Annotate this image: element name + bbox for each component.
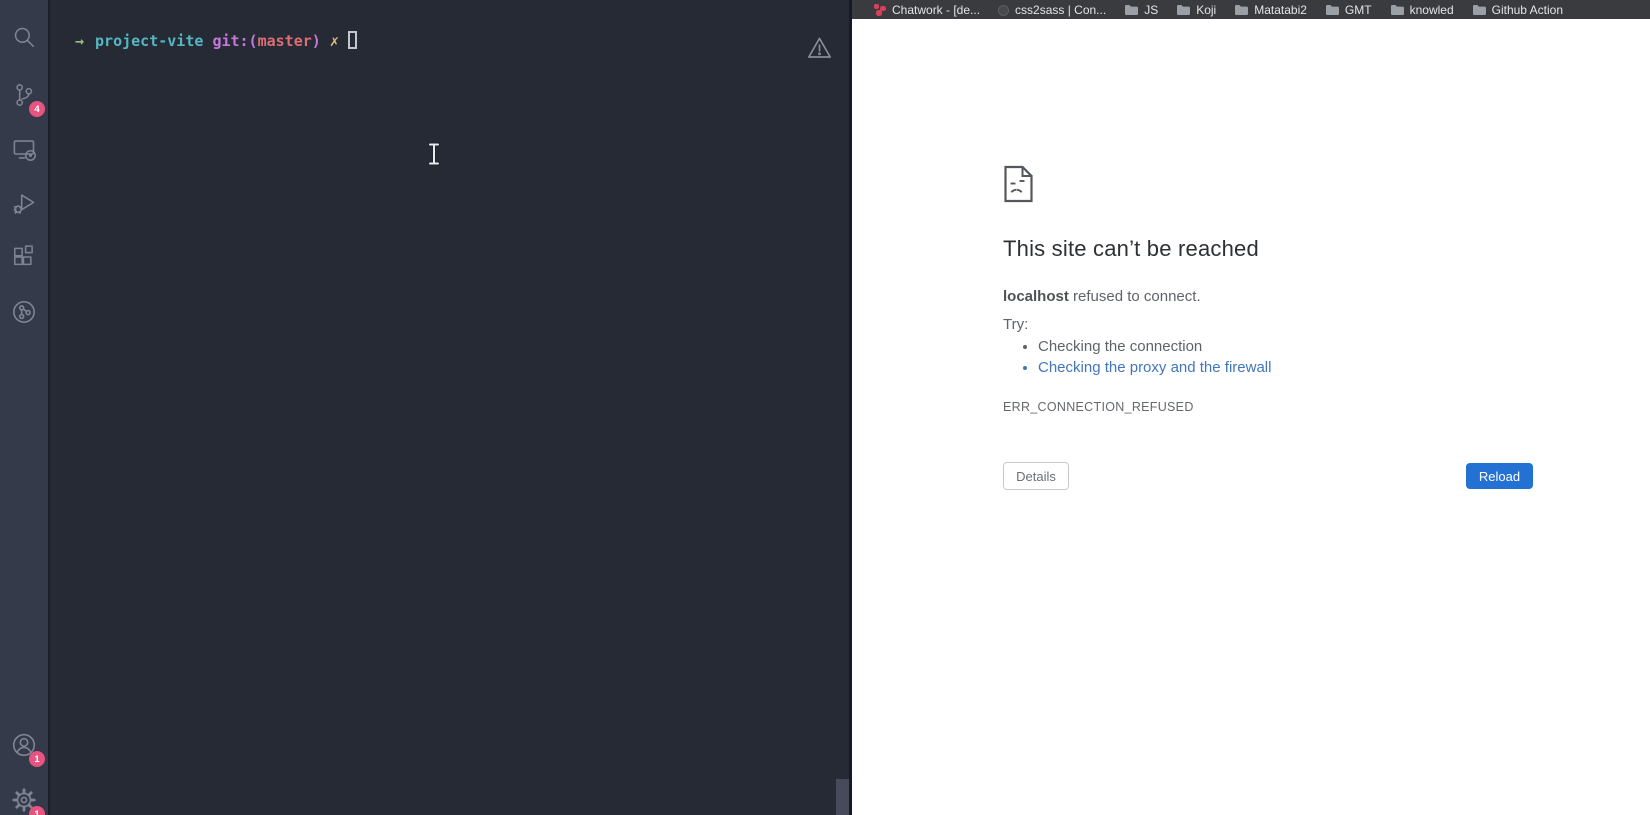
terminal-pane[interactable]: → project-vite git:(master) ✗ bbox=[53, 0, 833, 815]
remote-explorer-icon[interactable] bbox=[0, 125, 48, 173]
prompt-arrow: → bbox=[75, 32, 85, 50]
vscode-window: 4 1 1 → project-vite git:(master) ✗ bbox=[0, 0, 852, 815]
bookmark-folder-gmt[interactable]: GMT bbox=[1316, 0, 1381, 19]
bookmark-folder-matatabi2[interactable]: Matatabi2 bbox=[1225, 0, 1316, 19]
search-icon[interactable] bbox=[0, 13, 48, 61]
bookmark-label: Koji bbox=[1196, 2, 1217, 17]
bookmark-label: GMT bbox=[1344, 2, 1372, 17]
terminal-cursor bbox=[347, 31, 357, 49]
folder-icon bbox=[1472, 4, 1486, 15]
chatwork-favicon-icon bbox=[873, 3, 886, 16]
bookmark-label: Chatwork - [de... bbox=[892, 2, 981, 17]
error-suggestion-list: Checking the connection Checking the pro… bbox=[1003, 337, 1271, 378]
bookmark-css2sass[interactable]: css2sass | Con... bbox=[989, 0, 1115, 19]
bookmark-folder-koji[interactable]: Koji bbox=[1167, 0, 1225, 19]
site-favicon-icon bbox=[998, 4, 1010, 16]
bookmark-chatwork[interactable]: Chatwork - [de... bbox=[864, 0, 989, 19]
terminal-scrollbar-thumb[interactable] bbox=[836, 779, 849, 815]
suggestion-link-proxy-firewall[interactable]: Checking the proxy and the firewall bbox=[1038, 358, 1271, 379]
error-title: This site can’t be reached bbox=[1003, 236, 1259, 261]
prompt-git-prefix: git:( bbox=[212, 32, 258, 50]
prompt-git-branch: master bbox=[257, 32, 312, 50]
error-button-row: Details Reload bbox=[1003, 462, 1533, 490]
accounts-badge: 1 bbox=[29, 751, 45, 767]
run-and-debug-icon[interactable] bbox=[0, 179, 48, 227]
terminal-prompt: → project-vite git:(master) ✗ bbox=[75, 30, 357, 52]
source-control-icon[interactable]: 4 bbox=[0, 71, 48, 119]
prompt-directory: project-vite bbox=[95, 32, 204, 50]
bookmark-label: Github Action bbox=[1491, 2, 1564, 17]
bookmarks-bar: Chatwork - [de... css2sass | Con... JS K… bbox=[852, 0, 1650, 19]
folder-icon bbox=[1325, 4, 1339, 15]
bookmark-label: knowled bbox=[1409, 2, 1454, 17]
folder-icon bbox=[1235, 4, 1249, 15]
sad-file-icon bbox=[1003, 165, 1034, 208]
reload-button[interactable]: Reload bbox=[1466, 463, 1533, 489]
source-control-badge: 4 bbox=[29, 101, 45, 117]
desktop: 4 1 1 → project-vite git:(master) ✗ Chat… bbox=[0, 0, 1650, 815]
details-button[interactable]: Details bbox=[1003, 462, 1069, 490]
activity-bar: 4 1 1 bbox=[0, 0, 50, 815]
bookmark-label: css2sass | Con... bbox=[1015, 2, 1107, 17]
bookmark-label: Matatabi2 bbox=[1254, 2, 1307, 17]
extensions-icon[interactable] bbox=[0, 233, 48, 281]
bookmark-folder-github-action[interactable]: Github Action bbox=[1463, 0, 1572, 19]
error-try-label: Try: bbox=[1003, 316, 1029, 333]
prompt-git-suffix: ) bbox=[311, 32, 321, 50]
folder-icon bbox=[1177, 4, 1191, 15]
folder-icon bbox=[1125, 4, 1139, 15]
error-code: ERR_CONNECTION_REFUSED bbox=[1003, 400, 1194, 414]
prompt-dirty-mark: ✗ bbox=[329, 32, 339, 50]
settings-badge: 1 bbox=[29, 806, 45, 815]
folder-icon bbox=[1390, 4, 1404, 15]
settings-gear-icon[interactable]: 1 bbox=[0, 776, 48, 815]
browser-window: Chatwork - [de... css2sass | Con... JS K… bbox=[852, 0, 1650, 815]
accounts-icon[interactable]: 1 bbox=[0, 721, 48, 769]
suggestion-item: Checking the connection bbox=[1038, 337, 1271, 358]
ibeam-mouse-cursor bbox=[427, 142, 441, 171]
git-graph-icon[interactable] bbox=[0, 288, 48, 336]
bookmark-folder-knowled[interactable]: knowled bbox=[1381, 0, 1463, 19]
bookmark-folder-js[interactable]: JS bbox=[1115, 0, 1167, 19]
bookmark-label: JS bbox=[1144, 2, 1159, 17]
warning-icon[interactable] bbox=[806, 35, 833, 66]
error-host: localhost bbox=[1003, 288, 1069, 305]
error-message: localhost refused to connect. bbox=[1003, 288, 1201, 305]
